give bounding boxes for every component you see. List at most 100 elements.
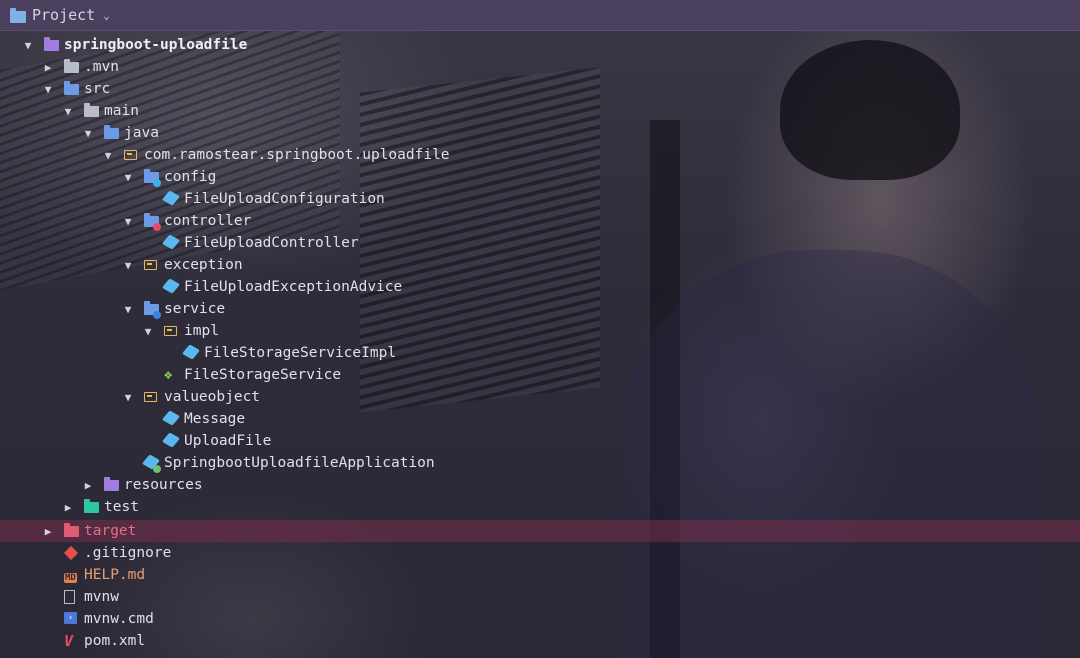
tree-node-label: exception — [164, 257, 243, 273]
tree-node-label: HELP.md — [84, 567, 146, 583]
expand-arrow-icon[interactable]: ▼ — [122, 171, 134, 184]
tree-node-label: mvnw.cmd — [84, 611, 154, 627]
tree-node-label: resources — [124, 477, 203, 493]
tree-node-file-upload-configuration[interactable]: FileUploadConfiguration — [0, 188, 1080, 210]
expand-arrow-icon[interactable]: ▼ — [122, 215, 134, 228]
expand-arrow-icon[interactable]: ▼ — [22, 39, 34, 52]
tree-node-file-upload-controller[interactable]: FileUploadController — [0, 232, 1080, 254]
tree-node-label: FileStorageService — [184, 367, 342, 383]
tree-node-root[interactable]: ▼ springboot-uploadfile — [0, 34, 1080, 56]
cmd-file-icon: › — [64, 612, 78, 626]
maven-icon: V — [64, 632, 74, 650]
project-title[interactable]: Project — [32, 6, 95, 24]
tree-node-label: FileUploadExceptionAdvice — [184, 279, 403, 295]
folder-icon — [64, 59, 79, 74]
collapse-arrow-icon[interactable]: ▶ — [42, 61, 54, 74]
tree-node-label: UploadFile — [184, 433, 272, 449]
tree-node-message[interactable]: Message — [0, 408, 1080, 430]
tree-node-mvnw-cmd[interactable]: › mvnw.cmd — [0, 608, 1080, 630]
tree-node-label: SpringbootUploadfileApplication — [164, 455, 435, 471]
tree-node-label: FileUploadController — [184, 235, 359, 251]
package-icon — [144, 258, 158, 272]
tree-node-label: springboot-uploadfile — [64, 37, 248, 53]
tree-node-label: impl — [184, 323, 219, 339]
tree-node-resources[interactable]: ▶ resources — [0, 474, 1080, 496]
project-tool-window-header[interactable]: Project ⌄ — [0, 0, 1080, 31]
script-file-icon — [64, 590, 78, 604]
collapse-arrow-icon[interactable]: ▶ — [62, 501, 74, 514]
tree-node-label: .gitignore — [84, 545, 172, 561]
tree-node-help-md[interactable]: MD HELP.md — [0, 564, 1080, 586]
package-icon — [144, 390, 158, 404]
tree-node-label: Message — [184, 411, 246, 427]
class-icon — [161, 432, 181, 448]
expand-arrow-icon[interactable]: ▼ — [122, 391, 134, 404]
module-folder-icon — [44, 37, 59, 52]
tree-node-main[interactable]: ▼ main — [0, 100, 1080, 122]
tree-node-mvnw[interactable]: mvnw — [0, 586, 1080, 608]
tree-node-label: main — [104, 103, 139, 119]
collapse-arrow-icon[interactable]: ▶ — [42, 525, 54, 538]
package-icon — [164, 324, 178, 338]
tree-node-file-storage-service[interactable]: ❖ FileStorageService — [0, 364, 1080, 386]
tree-node-package[interactable]: ▼ com.ramostear.springboot.uploadfile — [0, 144, 1080, 166]
tree-node-file-storage-service-impl[interactable]: FileStorageServiceImpl — [0, 342, 1080, 364]
resources-folder-icon — [104, 477, 119, 492]
tree-node-impl[interactable]: ▼ impl — [0, 320, 1080, 342]
tree-node-service[interactable]: ▼ service — [0, 298, 1080, 320]
tree-node-controller[interactable]: ▼ controller — [0, 210, 1080, 232]
tree-node-java[interactable]: ▼ java — [0, 122, 1080, 144]
folder-icon — [84, 103, 99, 118]
tree-node-label: config — [164, 169, 217, 185]
tree-node-label: target — [84, 523, 137, 539]
class-icon — [161, 234, 181, 250]
tree-node-label: FileStorageServiceImpl — [204, 345, 397, 361]
markdown-icon: MD — [64, 573, 77, 583]
tree-node-upload-file[interactable]: UploadFile — [0, 430, 1080, 452]
test-folder-icon — [84, 499, 99, 514]
expand-arrow-icon[interactable]: ▼ — [102, 149, 114, 162]
spring-boot-class-icon — [141, 454, 161, 473]
expand-arrow-icon[interactable]: ▼ — [122, 259, 134, 272]
config-package-icon — [144, 169, 161, 187]
controller-package-icon — [144, 213, 161, 231]
class-icon — [161, 278, 181, 294]
tree-node-target[interactable]: ▶ target — [0, 520, 1080, 542]
tree-node-label: .mvn — [84, 59, 119, 75]
chevron-down-icon[interactable]: ⌄ — [103, 9, 110, 22]
tree-node-file-upload-exception-advice[interactable]: FileUploadExceptionAdvice — [0, 276, 1080, 298]
tree-node-pom[interactable]: V pom.xml — [0, 630, 1080, 652]
tree-node-label: test — [104, 499, 139, 515]
folder-icon — [10, 7, 27, 23]
tree-node-gitignore[interactable]: .gitignore — [0, 542, 1080, 564]
expand-arrow-icon[interactable]: ▼ — [82, 127, 94, 140]
expand-arrow-icon[interactable]: ▼ — [62, 105, 74, 118]
interface-icon: ❖ — [164, 367, 173, 383]
tree-node-test[interactable]: ▶ test — [0, 496, 1080, 518]
package-icon — [124, 148, 138, 162]
source-root-folder-icon — [104, 125, 119, 140]
class-icon — [181, 344, 201, 360]
tree-node-label: controller — [164, 213, 252, 229]
tree-node-label: com.ramostear.springboot.uploadfile — [144, 147, 450, 163]
expand-arrow-icon[interactable]: ▼ — [122, 303, 134, 316]
source-folder-icon — [64, 81, 79, 96]
collapse-arrow-icon[interactable]: ▶ — [82, 479, 94, 492]
expand-arrow-icon[interactable]: ▼ — [42, 83, 54, 96]
tree-node-label: src — [84, 81, 111, 97]
tree-node-label: service — [164, 301, 226, 317]
class-icon — [161, 190, 181, 206]
tree-node-valueobject[interactable]: ▼ valueobject — [0, 386, 1080, 408]
tree-node-config[interactable]: ▼ config — [0, 166, 1080, 188]
service-package-icon — [144, 301, 161, 319]
tree-node-src[interactable]: ▼ src — [0, 78, 1080, 100]
tree-node-label: valueobject — [164, 389, 261, 405]
excluded-folder-icon — [64, 523, 79, 538]
tree-node-label: java — [124, 125, 159, 141]
tree-node-mvn[interactable]: ▶ .mvn — [0, 56, 1080, 78]
class-icon — [161, 410, 181, 426]
tree-node-application[interactable]: SpringbootUploadfileApplication — [0, 452, 1080, 474]
tree-node-exception[interactable]: ▼ exception — [0, 254, 1080, 276]
git-icon — [63, 545, 79, 561]
expand-arrow-icon[interactable]: ▼ — [142, 325, 154, 338]
